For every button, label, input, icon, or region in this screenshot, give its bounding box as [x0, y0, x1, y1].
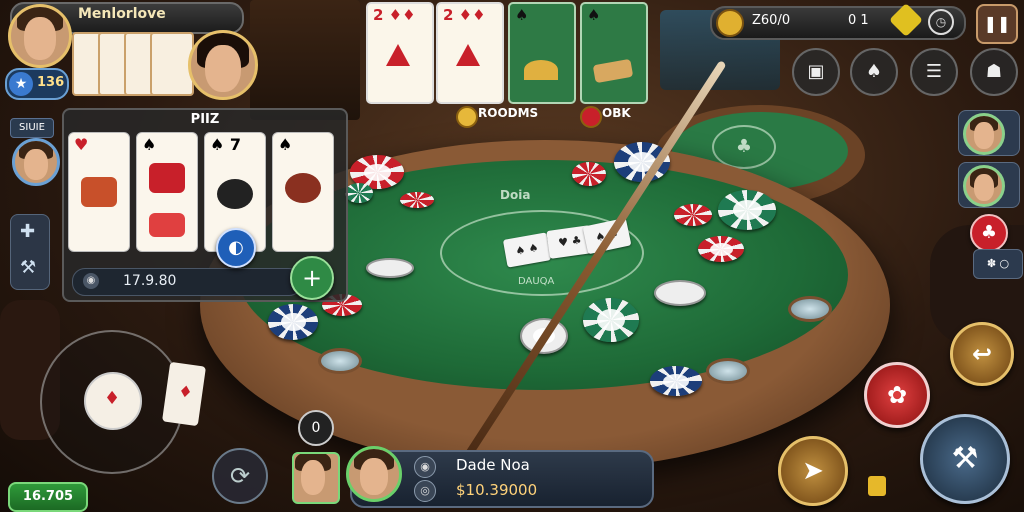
- card-rank: 2 ♦♦: [443, 6, 486, 24]
- card-rank: ♠: [515, 6, 529, 24]
- diamond-icon: ♦: [177, 381, 194, 403]
- cup-holder: [318, 348, 362, 374]
- pause-button[interactable]: ❚❚: [976, 4, 1018, 44]
- chip-icon: ◉: [83, 273, 99, 289]
- chip-stack[interactable]: [268, 304, 318, 340]
- chip[interactable]: [654, 280, 706, 306]
- bottom-player-name: Dade Noa: [456, 456, 530, 474]
- player-name: Menlorlove: [78, 6, 166, 22]
- left-toolbar: ✚ ⚒: [10, 214, 50, 290]
- win-loss-badge: ✽ ○: [973, 249, 1023, 279]
- felt-title: Doia: [500, 188, 531, 202]
- card-rank: ♠ 7: [210, 135, 242, 154]
- bottom-player-chips: $10.39000: [456, 481, 538, 499]
- chat-icon[interactable]: ♠: [850, 48, 898, 96]
- plus-icon[interactable]: ✚: [20, 221, 35, 242]
- deck-card[interactable]: ♠: [508, 2, 576, 104]
- player-avatar[interactable]: [292, 452, 340, 504]
- tool-icon[interactable]: ⚒: [20, 257, 36, 278]
- chip-stack[interactable]: [718, 190, 776, 230]
- coin-balance: Z60/0: [752, 13, 791, 28]
- deck-card[interactable]: 2 ♦♦: [366, 2, 434, 104]
- deck-card[interactable]: 2 ♦♦: [436, 2, 504, 104]
- cup-holder: [706, 358, 750, 384]
- chip[interactable]: [572, 162, 606, 186]
- coin-icon: [716, 9, 744, 37]
- chip-stack[interactable]: [583, 298, 639, 342]
- avatar: [294, 454, 335, 499]
- hand-card[interactable]: ♠: [136, 132, 198, 252]
- hand-amount: 17.9.80: [123, 273, 177, 289]
- seat-panel[interactable]: [958, 110, 1020, 156]
- cup-holder: [788, 296, 832, 322]
- star-icon: ★: [9, 72, 33, 96]
- card-rank: ♠: [142, 135, 157, 154]
- heart-icon: [580, 106, 602, 128]
- profile-icon: ◉: [414, 456, 436, 478]
- counter-value: 0 1: [848, 13, 869, 28]
- level-value: 136: [37, 75, 65, 90]
- balance-badge: 16.705: [8, 482, 88, 512]
- diamond-icon: ♦: [104, 388, 121, 409]
- confirm-button[interactable]: ◐: [216, 228, 256, 268]
- turn-timer: 0: [298, 410, 334, 446]
- hand-card[interactable]: ♥: [68, 132, 130, 252]
- card-rank: 2 ♦♦: [373, 6, 416, 24]
- discard-card[interactable]: ♦: [161, 361, 207, 427]
- card-rank: ♥: [74, 135, 89, 154]
- opponent-avatar[interactable]: [188, 30, 258, 100]
- card-rank: ♠: [587, 6, 601, 24]
- hand-card[interactable]: ♠: [272, 132, 334, 252]
- card-rank: ♠: [278, 135, 293, 154]
- seat-avatar[interactable]: [963, 165, 1005, 207]
- chip-stack[interactable]: [650, 366, 702, 396]
- menu-icon[interactable]: ☰: [910, 48, 958, 96]
- felt-subtitle: DAUQA: [518, 276, 555, 287]
- club-icon[interactable]: ♣: [970, 214, 1008, 252]
- add-bet-button[interactable]: +: [290, 256, 334, 300]
- hand-amount-field: ◉ 17.9.80: [72, 268, 302, 296]
- send-button[interactable]: ➤: [778, 436, 848, 506]
- timer-icon[interactable]: ◷: [928, 9, 954, 35]
- player-avatar[interactable]: [8, 4, 72, 68]
- deck-card[interactable]: ♠: [580, 2, 648, 104]
- chip[interactable]: [674, 204, 712, 226]
- coin-icon: [456, 106, 478, 128]
- bookshelf: [250, 0, 360, 120]
- seat-avatar[interactable]: [12, 138, 60, 186]
- ok-label[interactable]: OBK: [602, 106, 631, 120]
- chip-icon: ◎: [414, 480, 436, 502]
- seat-panel[interactable]: [958, 162, 1020, 208]
- rooms-label[interactable]: ROODMS: [478, 106, 538, 120]
- fold-button[interactable]: ✿: [864, 362, 930, 428]
- back-button[interactable]: ↩: [950, 322, 1014, 386]
- raise-button[interactable]: ⚒: [920, 414, 1010, 504]
- status-badge: SIUIE: [10, 118, 54, 138]
- chip-stack[interactable]: [345, 183, 373, 203]
- chip-stack[interactable]: [698, 236, 744, 262]
- seat-avatar[interactable]: [963, 113, 1005, 155]
- hand-title: PIIZ: [190, 112, 220, 127]
- cards-icon[interactable]: ▣: [792, 48, 840, 96]
- refresh-icon[interactable]: ⟳: [212, 448, 268, 504]
- chip[interactable]: [366, 258, 414, 278]
- joystick-card[interactable]: ♦: [84, 372, 142, 430]
- lock-icon: [868, 476, 886, 496]
- level-badge: ★ 136: [5, 68, 69, 100]
- bottom-player-avatar[interactable]: [346, 446, 402, 502]
- chip[interactable]: [400, 192, 434, 208]
- friends-icon[interactable]: ☗: [970, 48, 1018, 96]
